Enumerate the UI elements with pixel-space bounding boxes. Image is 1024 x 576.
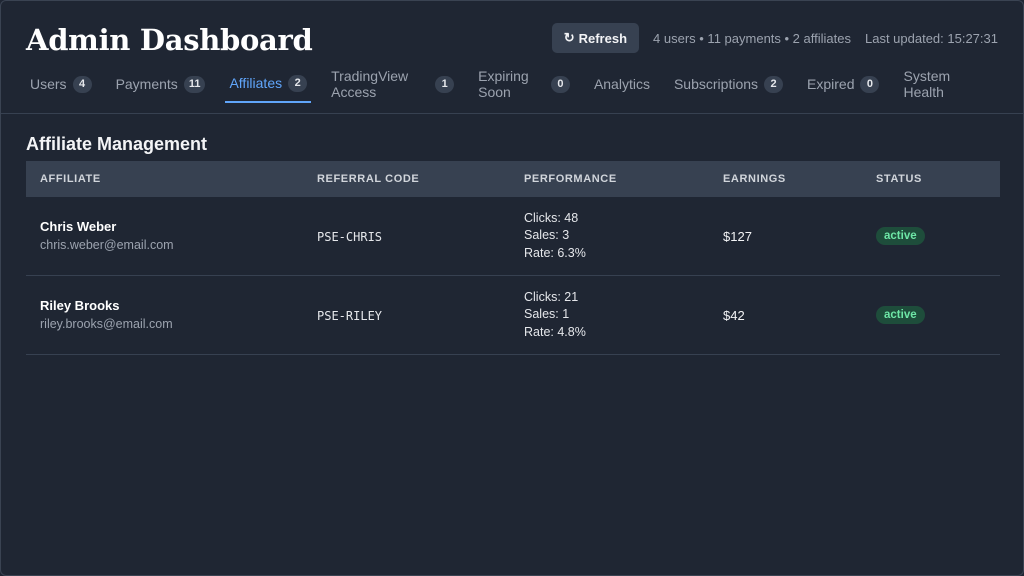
- sales: Sales: 3: [524, 228, 570, 243]
- tab-affiliates[interactable]: Affiliates 2: [225, 69, 312, 103]
- tab-count-badge: 2: [288, 74, 308, 92]
- affiliate-name: Riley Brooks: [40, 298, 120, 313]
- refresh-icon: ↻: [563, 30, 575, 45]
- tab-count-badge: 4: [72, 75, 92, 93]
- column-header-status: STATUS: [876, 173, 922, 185]
- earnings: $127: [723, 228, 752, 244]
- tab-users[interactable]: Users 4: [26, 69, 96, 103]
- summary-counts: 4 users • 11 payments • 2 affiliates: [653, 30, 851, 46]
- affiliate-email: riley.brooks@email.com: [40, 317, 173, 331]
- table-row[interactable]: Riley Brooks riley.brooks@email.com PSE-…: [26, 276, 1000, 355]
- header: Admin Dashboard ↻ Refresh 4 users • 11 p…: [26, 23, 998, 57]
- affiliate-cell: Riley Brooks riley.brooks@email.com: [26, 297, 303, 333]
- table-header: AFFILIATE REFERRAL CODE PERFORMANCE EARN…: [26, 161, 1000, 197]
- tab-count-badge: 1: [435, 75, 455, 93]
- tab-analytics[interactable]: Analytics: [590, 69, 654, 103]
- referral-code-cell: PSE-CHRIS: [303, 229, 510, 244]
- tab-count-badge: 2: [764, 75, 784, 93]
- tab-expiring-soon[interactable]: Expiring Soon 0: [474, 68, 574, 103]
- column-header-earnings: EARNINGS: [723, 173, 786, 185]
- tab-label: Affiliates: [229, 75, 283, 91]
- conversion-rate: Rate: 6.3%: [524, 245, 586, 260]
- last-updated: Last updated: 15:27:31: [864, 30, 998, 46]
- tab-payments[interactable]: Payments 11: [112, 69, 210, 103]
- referral-code: PSE-CHRIS: [317, 229, 383, 244]
- affiliate-name: Chris Weber: [40, 219, 117, 234]
- tab-tradingview-access[interactable]: TradingView Access 1: [327, 68, 458, 103]
- tab-count-badge: 11: [183, 75, 206, 93]
- status-badge: active: [876, 227, 925, 245]
- tab-count-badge: 0: [550, 75, 570, 93]
- refresh-label: Refresh: [578, 30, 628, 46]
- tab-label: Expired: [807, 76, 855, 92]
- referral-code-cell: PSE-RILEY: [303, 308, 510, 323]
- tab-label: TradingView Access: [331, 68, 409, 100]
- tab-subscriptions[interactable]: Subscriptions 2: [670, 69, 787, 103]
- sales: Sales: 1: [524, 307, 570, 322]
- tab-label: Payments: [115, 76, 178, 92]
- conversion-rate: Rate: 4.8%: [524, 324, 586, 339]
- tab-label: Analytics: [593, 76, 650, 92]
- header-actions: ↻ Refresh 4 users • 11 payments • 2 affi…: [551, 23, 998, 53]
- status-cell: active: [862, 306, 1000, 324]
- header-divider: [1, 113, 1023, 114]
- affiliate-cell: Chris Weber chris.weber@email.com: [26, 218, 303, 254]
- performance-cell: Clicks: 48 Sales: 3 Rate: 6.3%: [510, 210, 709, 263]
- tab-label: Expiring Soon: [478, 68, 529, 100]
- tab-label: Users: [30, 76, 67, 92]
- section-title: Affiliate Management: [26, 134, 208, 154]
- status-cell: active: [862, 227, 1000, 245]
- column-header-performance: PERFORMANCE: [524, 173, 617, 185]
- referral-code: PSE-RILEY: [317, 308, 383, 323]
- earnings: $42: [723, 307, 745, 323]
- tab-label: System Health: [903, 68, 951, 100]
- refresh-button[interactable]: ↻ Refresh: [551, 23, 640, 53]
- status-badge: active: [876, 306, 925, 324]
- affiliates-table: AFFILIATE REFERRAL CODE PERFORMANCE EARN…: [26, 161, 1000, 355]
- tab-label: Subscriptions: [673, 76, 759, 92]
- column-header-affiliate: AFFILIATE: [40, 173, 101, 185]
- performance-cell: Clicks: 21 Sales: 1 Rate: 4.8%: [510, 289, 709, 342]
- dashboard-window: Admin Dashboard ↻ Refresh 4 users • 11 p…: [0, 0, 1024, 576]
- tab-expired[interactable]: Expired 0: [803, 69, 883, 103]
- earnings-cell: $127: [709, 229, 862, 244]
- clicks: Clicks: 48: [524, 210, 579, 225]
- clicks: Clicks: 21: [524, 289, 579, 304]
- page-title: Admin Dashboard: [26, 23, 313, 57]
- affiliate-email: chris.weber@email.com: [40, 238, 174, 252]
- table-row[interactable]: Chris Weber chris.weber@email.com PSE-CH…: [26, 197, 1000, 276]
- tab-system-health[interactable]: System Health: [899, 68, 982, 103]
- tab-bar: Users 4 Payments 11 Affiliates 2 Trading…: [26, 68, 998, 103]
- tab-count-badge: 0: [860, 75, 880, 93]
- earnings-cell: $42: [709, 308, 862, 323]
- column-header-referral-code: REFERRAL CODE: [317, 173, 420, 185]
